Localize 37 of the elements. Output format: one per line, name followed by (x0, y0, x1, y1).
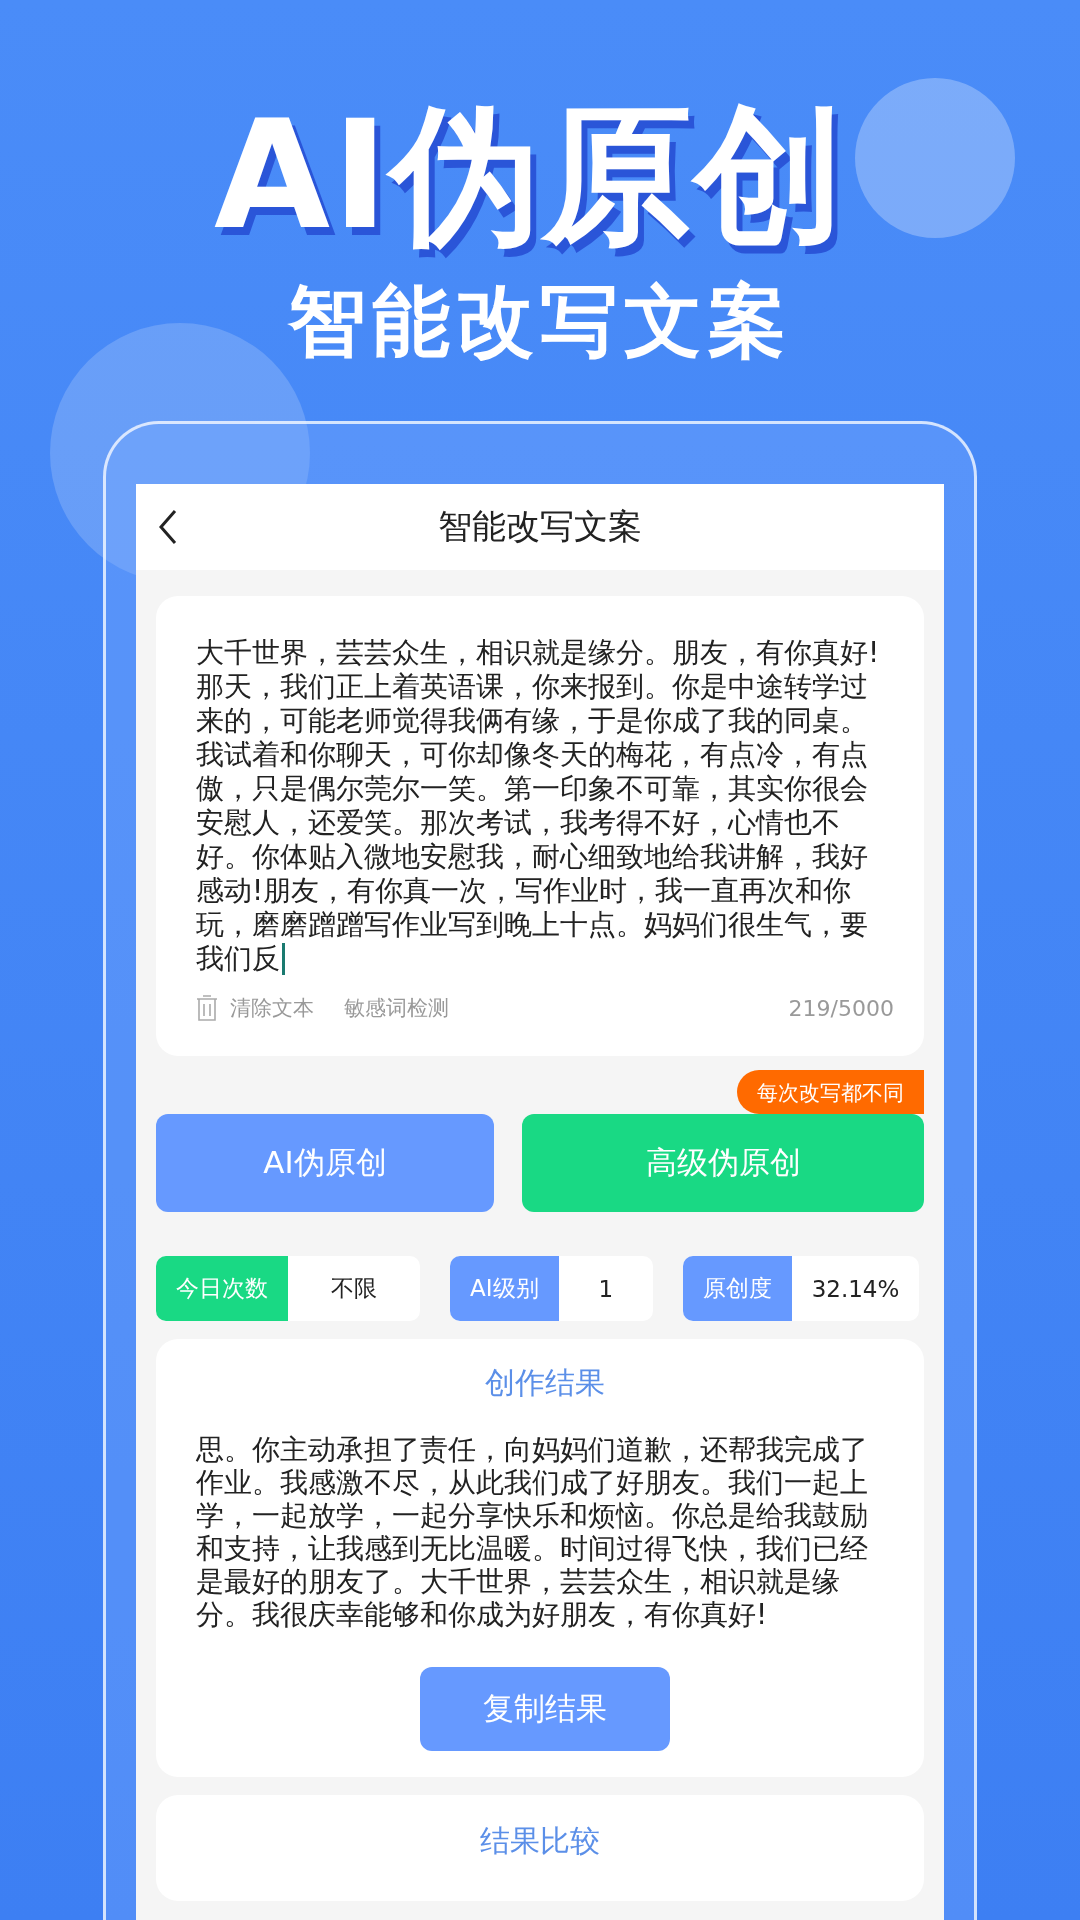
text-action-link[interactable]: 清除文本 (230, 994, 314, 1022)
input-text-line: 安慰人，还爱笑。那次考试，我考得不好，心情也不 (196, 806, 840, 840)
input-text-line: 傲，只是偶尔莞尔一笑。第一印象不可靠，其实你很会 (196, 772, 868, 806)
input-text-line: 我们反 (196, 942, 280, 976)
stat-label: 今日次数 (156, 1256, 288, 1321)
stat-label: AI级别 (450, 1256, 559, 1321)
result-title: 创作结果 (485, 1364, 605, 1402)
rewrite-button[interactable]: AI伪原创 (156, 1114, 494, 1212)
stat-label: 原创度 (683, 1256, 792, 1321)
character-count: 219/5000 (788, 995, 894, 1021)
text-action-link[interactable]: 敏感词检测 (344, 994, 449, 1022)
text-cursor (282, 943, 285, 975)
input-text-line: 好。你体贴入微地安慰我，耐心细致地给我讲解，我好 (196, 840, 868, 874)
result-text-line: 思。你主动承担了责任，向妈妈们道歉，还帮我完成了 (196, 1433, 868, 1466)
input-text-line: 我试着和你聊天，可你却像冬天的梅花，有点冷，有点 (196, 738, 868, 772)
compare-title: 结果比较 (480, 1822, 600, 1860)
result-text-line: 分。我很庆幸能够和你成为好朋友，有你真好! (196, 1598, 768, 1631)
copy-button[interactable]: 复制结果 (420, 1667, 670, 1751)
text-input-card[interactable] (156, 596, 924, 1056)
stat-value: 1 (597, 1274, 615, 1304)
input-text-line: 来的，可能老师觉得我俩有缘，于是你成了我的同桌。 (196, 704, 868, 738)
result-text-line: 作业。我感激不尽，从此我们成了好朋友。我们一起上 (196, 1466, 868, 1499)
result-text-line: 是最好的朋友了。大千世界，芸芸众生，相识就是缘 (196, 1565, 840, 1598)
result-text-line: 和支持，让我感到无比温暖。时间过得飞快，我们已经 (196, 1532, 868, 1565)
back-icon[interactable] (158, 509, 178, 545)
input-text-line: 那天，我们正上着英语课，你来报到。你是中途转学过 (196, 670, 868, 704)
rewrite-button[interactable]: 高级伪原创 (522, 1114, 924, 1212)
subheadline: 智能改写文案 (288, 275, 792, 368)
stat-value: 32.14% (810, 1274, 901, 1304)
stat-value: 不限 (330, 1274, 378, 1303)
result-text-line: 学，一起放学，一起分享快乐和烦恼。你总是给我鼓励 (196, 1499, 868, 1532)
input-text-line: 大千世界，芸芸众生，相识就是缘分。朋友，有你真好! (196, 636, 880, 670)
input-text-line: 感动!朋友，有你真一次，写作业时，我一直再次和你 (196, 874, 852, 908)
screen-title: 智能改写文案 (438, 505, 642, 548)
input-text-line: 玩，磨磨蹭蹭写作业写到晚上十点。妈妈们很生气，要 (196, 908, 868, 942)
promo-badge: 每次改写都不同 (737, 1070, 924, 1114)
headline: AI伪原创 (214, 95, 846, 255)
